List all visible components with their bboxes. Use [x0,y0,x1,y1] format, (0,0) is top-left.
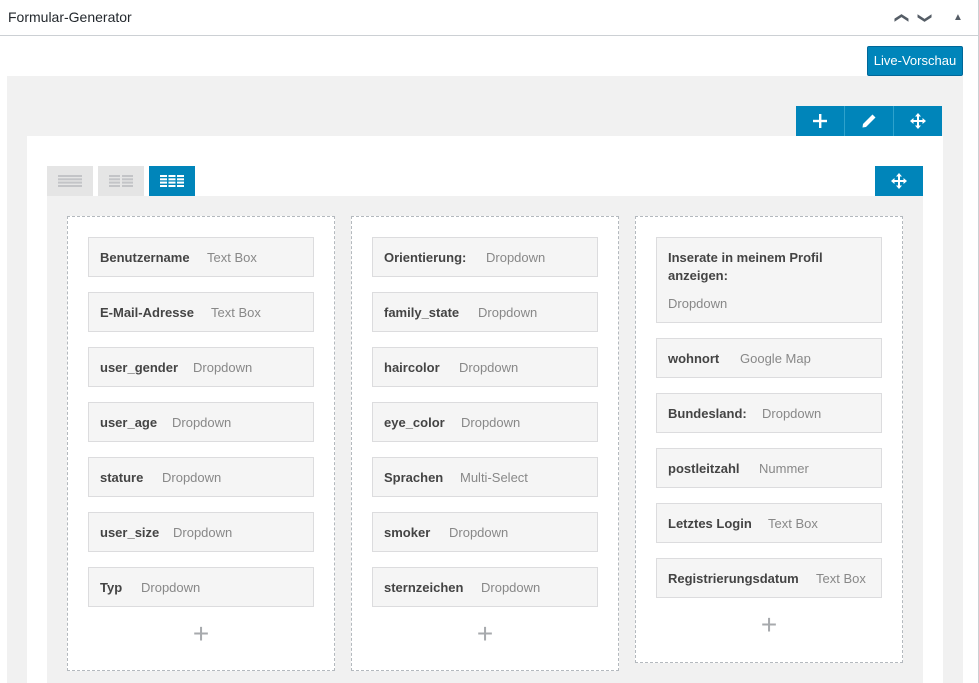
field-type: Dropdown [478,305,538,320]
field-type: Dropdown [486,250,546,265]
field-name: Bundesland: [668,406,747,421]
layout-three-column-tab[interactable] [149,166,195,196]
field-item[interactable]: Orientierung: Dropdown [372,237,598,277]
move-up-icon[interactable]: ❯ [890,8,910,28]
field-type: Dropdown [173,525,233,540]
field-item[interactable]: user_age Dropdown [88,402,314,442]
field-type: Text Box [211,305,261,320]
field-item[interactable]: family_state Dropdown [372,292,598,332]
field-type: Text Box [816,571,866,586]
pencil-icon [862,114,876,128]
field-name: sternzeichen [384,580,464,595]
field-type: Text Box [768,516,818,531]
field-item[interactable]: sternzeichen Dropdown [372,567,598,607]
field-type: Text Box [207,250,257,265]
plus-icon [813,114,827,128]
edit-row-button[interactable] [845,106,894,136]
layout-two-column-tab[interactable] [98,166,144,196]
field-type: Dropdown [162,470,222,485]
move-icon [910,113,926,129]
field-name: haircolor [384,360,440,375]
move-columns-button[interactable] [875,166,923,196]
collapse-icon[interactable]: ▲ [948,8,968,28]
field-type: Dropdown [668,296,728,311]
field-name: postleitzahl [668,461,740,476]
field-name: eye_color [384,415,445,430]
field-name: Registrierungsdatum [668,571,799,586]
field-name: user_size [100,525,160,540]
add-field-button[interactable]: + [754,610,784,640]
field-type: Google Map [740,351,811,366]
field-name: Inserate in meinem Profil anzeigen: [668,250,823,283]
field-item[interactable]: Letztes Login Text Box [656,503,882,543]
form-builder-panel: Formular-Generator ❯ ❯ ▲ Live-Vorschau B… [0,0,979,683]
add-field-button[interactable]: + [186,619,216,649]
live-preview-button[interactable]: Live-Vorschau [867,46,963,76]
field-item[interactable]: E-Mail-Adresse Text Box [88,292,314,332]
field-item[interactable]: smoker Dropdown [372,512,598,552]
layout-one-column-tab[interactable] [47,166,93,196]
form-column-2: Orientierung: Dropdown family_state Drop… [351,216,619,671]
field-type: Dropdown [481,580,541,595]
field-type: Dropdown [141,580,201,595]
form-column-3: Inserate in meinem Profil anzeigen: Drop… [635,216,903,663]
field-type: Dropdown [449,525,509,540]
field-item[interactable]: wohnort Google Map [656,338,882,378]
field-name: family_state [384,305,460,320]
field-type: Nummer [759,461,809,476]
field-name: Orientierung: [384,250,467,265]
field-name: E-Mail-Adresse [100,305,194,320]
field-item[interactable]: postleitzahl Nummer [656,448,882,488]
field-type: Dropdown [172,415,232,430]
field-item[interactable]: Benutzername Text Box [88,237,314,277]
field-type: Dropdown [461,415,521,430]
panel-title: Formular-Generator [8,9,132,25]
field-name: Letztes Login [668,516,752,531]
field-item[interactable]: Inserate in meinem Profil anzeigen: Drop… [656,237,882,323]
three-column-icon [160,175,184,187]
field-name: user_age [100,415,158,430]
field-type: Dropdown [762,406,822,421]
field-item[interactable]: haircolor Dropdown [372,347,598,387]
field-name: wohnort [668,351,720,366]
field-item[interactable]: Registrierungsdatum Text Box [656,558,882,598]
field-name: smoker [384,525,431,540]
add-row-button[interactable] [796,106,845,136]
one-column-icon [58,175,82,187]
column-layout-tabs [47,166,200,196]
field-item[interactable]: stature Dropdown [88,457,314,497]
field-name: Benutzername [100,250,190,265]
field-item[interactable]: user_size Dropdown [88,512,314,552]
move-icon [891,173,907,189]
field-name: stature [100,470,144,485]
move-down-icon[interactable]: ❯ [916,8,936,28]
field-name: user_gender [100,360,179,375]
field-type: Dropdown [459,360,519,375]
field-item[interactable]: eye_color Dropdown [372,402,598,442]
field-name: Typ [100,580,123,595]
field-item[interactable]: Sprachen Multi-Select [372,457,598,497]
field-item[interactable]: Typ Dropdown [88,567,314,607]
field-item[interactable]: user_gender Dropdown [88,347,314,387]
form-column-1: Benutzername Text Box E-Mail-Adresse Tex… [67,216,335,671]
two-column-icon [109,175,133,187]
move-row-button[interactable] [894,106,942,136]
field-type: Dropdown [193,360,253,375]
panel-header: Formular-Generator ❯ ❯ ▲ [0,0,978,36]
field-type: Multi-Select [460,470,528,485]
row-toolbar [796,106,942,136]
field-item[interactable]: Bundesland: Dropdown [656,393,882,433]
add-field-button[interactable]: + [470,619,500,649]
field-name: Sprachen [384,470,444,485]
